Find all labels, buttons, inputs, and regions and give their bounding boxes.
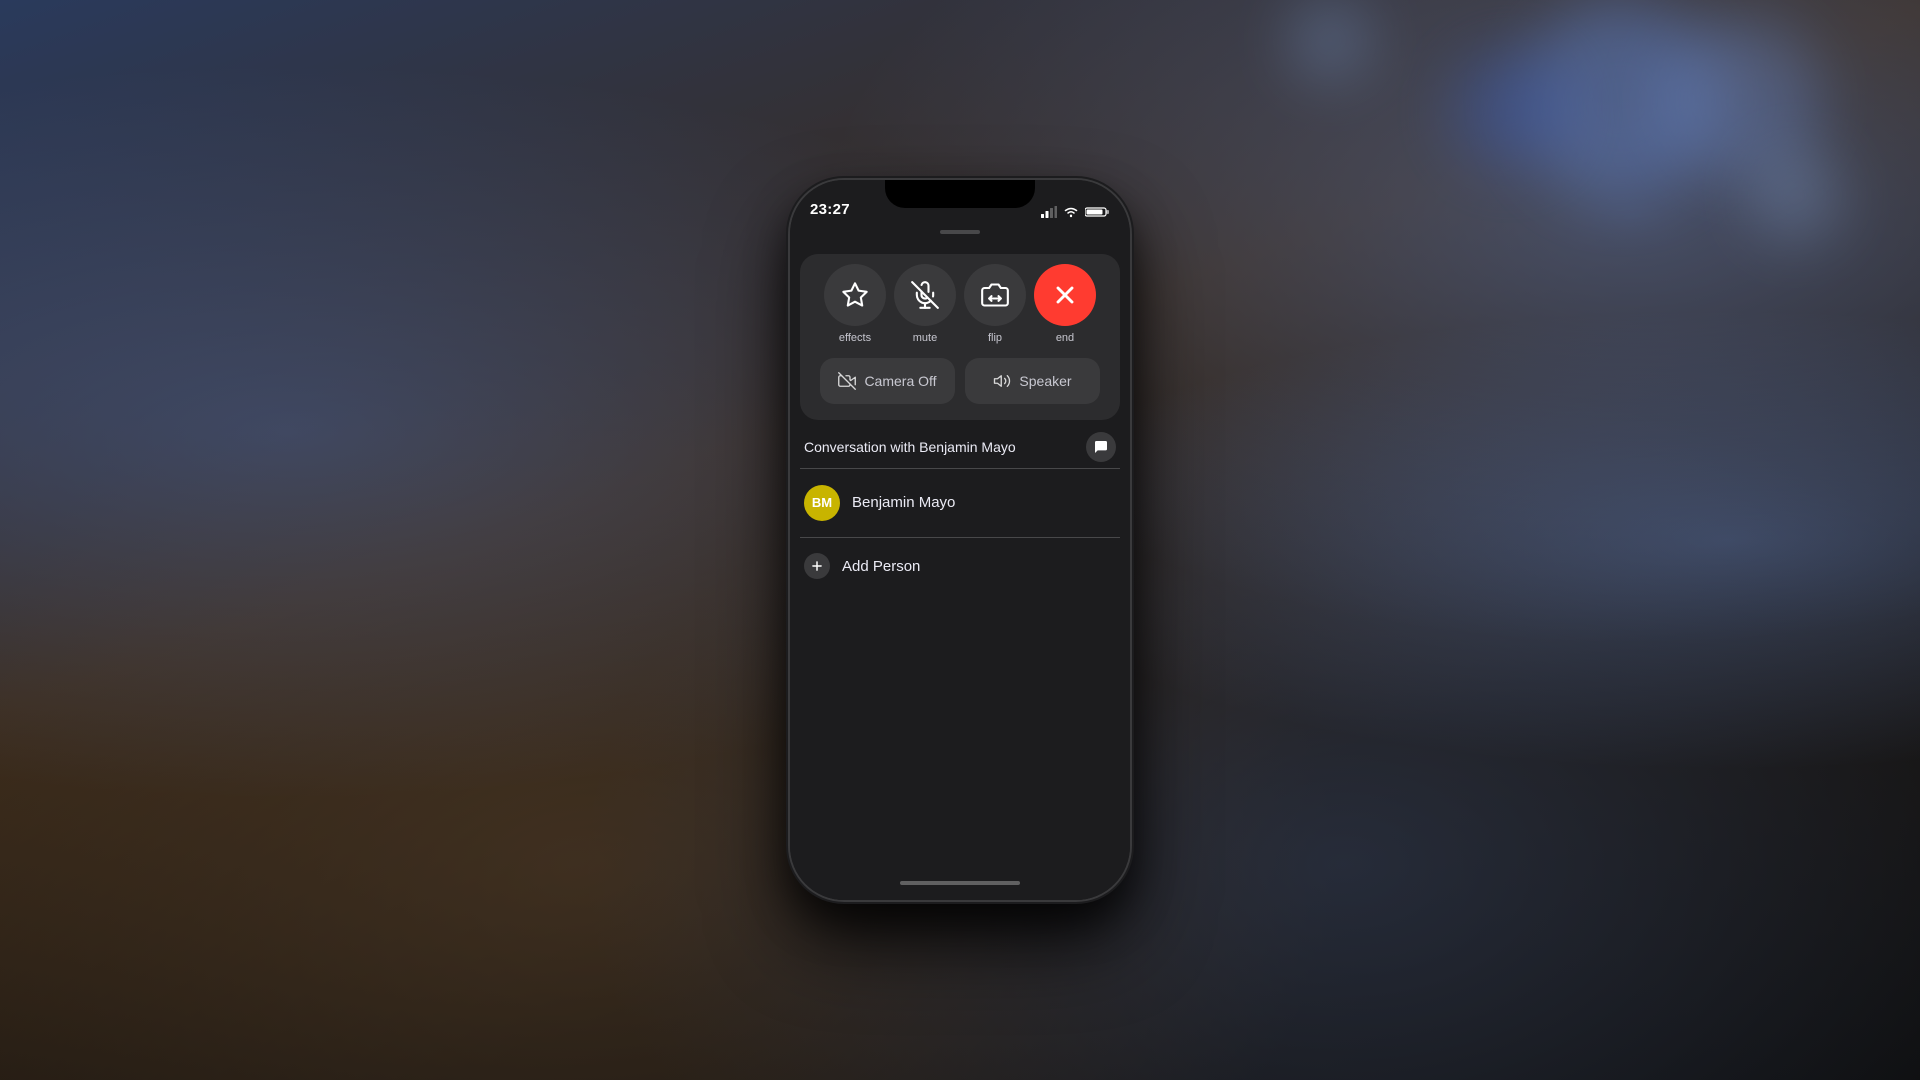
x-icon — [1051, 281, 1079, 309]
contact-row-benjamin[interactable]: BM Benjamin Mayo — [800, 475, 1120, 531]
mic-off-icon — [911, 281, 939, 309]
mute-label: mute — [913, 332, 937, 344]
home-indicator — [790, 866, 1130, 900]
scene: 23:27 — [0, 0, 1920, 1080]
plus-icon — [810, 559, 824, 573]
message-bubble-icon — [1093, 439, 1109, 455]
contact-name: Benjamin Mayo — [852, 494, 955, 511]
end-button-wrapper: end — [1034, 264, 1096, 344]
phone-notch — [885, 180, 1035, 208]
circle-buttons-row: effects mute — [820, 264, 1100, 344]
home-bar — [900, 881, 1020, 885]
screen-content: effects mute — [790, 224, 1130, 900]
speaker-button[interactable]: Speaker — [965, 358, 1100, 404]
divider-1 — [800, 468, 1120, 469]
status-time: 23:27 — [810, 201, 850, 218]
wide-buttons-row: Camera Off Speaker — [820, 358, 1100, 404]
phone-shell: 23:27 — [790, 180, 1130, 900]
mute-button[interactable] — [894, 264, 956, 326]
camera-off-button[interactable]: Camera Off — [820, 358, 955, 404]
conversation-section: Conversation with Benjamin Mayo BM Benja… — [800, 432, 1120, 866]
add-person-row[interactable]: Add Person — [800, 543, 1120, 589]
video-off-icon — [838, 372, 856, 390]
effects-label: effects — [839, 332, 871, 344]
contact-initials: BM — [812, 495, 832, 510]
drag-pill — [940, 230, 980, 234]
effects-button-wrapper: effects — [824, 264, 886, 344]
add-person-icon-circle — [804, 553, 830, 579]
wifi-icon — [1063, 206, 1079, 218]
star-icon — [841, 281, 869, 309]
flip-button-wrapper: flip — [964, 264, 1026, 344]
flip-label: flip — [988, 332, 1002, 344]
conversation-header: Conversation with Benjamin Mayo — [800, 432, 1120, 462]
camera-rotate-icon — [981, 281, 1009, 309]
call-controls-card: effects mute — [800, 254, 1120, 420]
camera-off-label: Camera Off — [864, 373, 936, 389]
signal-icon — [1041, 206, 1057, 218]
conversation-title: Conversation with Benjamin Mayo — [804, 439, 1016, 455]
status-icons — [1041, 206, 1110, 218]
message-icon-button[interactable] — [1086, 432, 1116, 462]
end-button[interactable] — [1034, 264, 1096, 326]
flip-button[interactable] — [964, 264, 1026, 326]
speaker-icon — [993, 372, 1011, 390]
add-person-label: Add Person — [842, 558, 920, 575]
contact-avatar: BM — [804, 485, 840, 521]
effects-button[interactable] — [824, 264, 886, 326]
speaker-label: Speaker — [1019, 373, 1071, 389]
battery-icon — [1085, 206, 1110, 218]
end-label: end — [1056, 332, 1074, 344]
mute-button-wrapper: mute — [894, 264, 956, 344]
divider-2 — [800, 537, 1120, 538]
